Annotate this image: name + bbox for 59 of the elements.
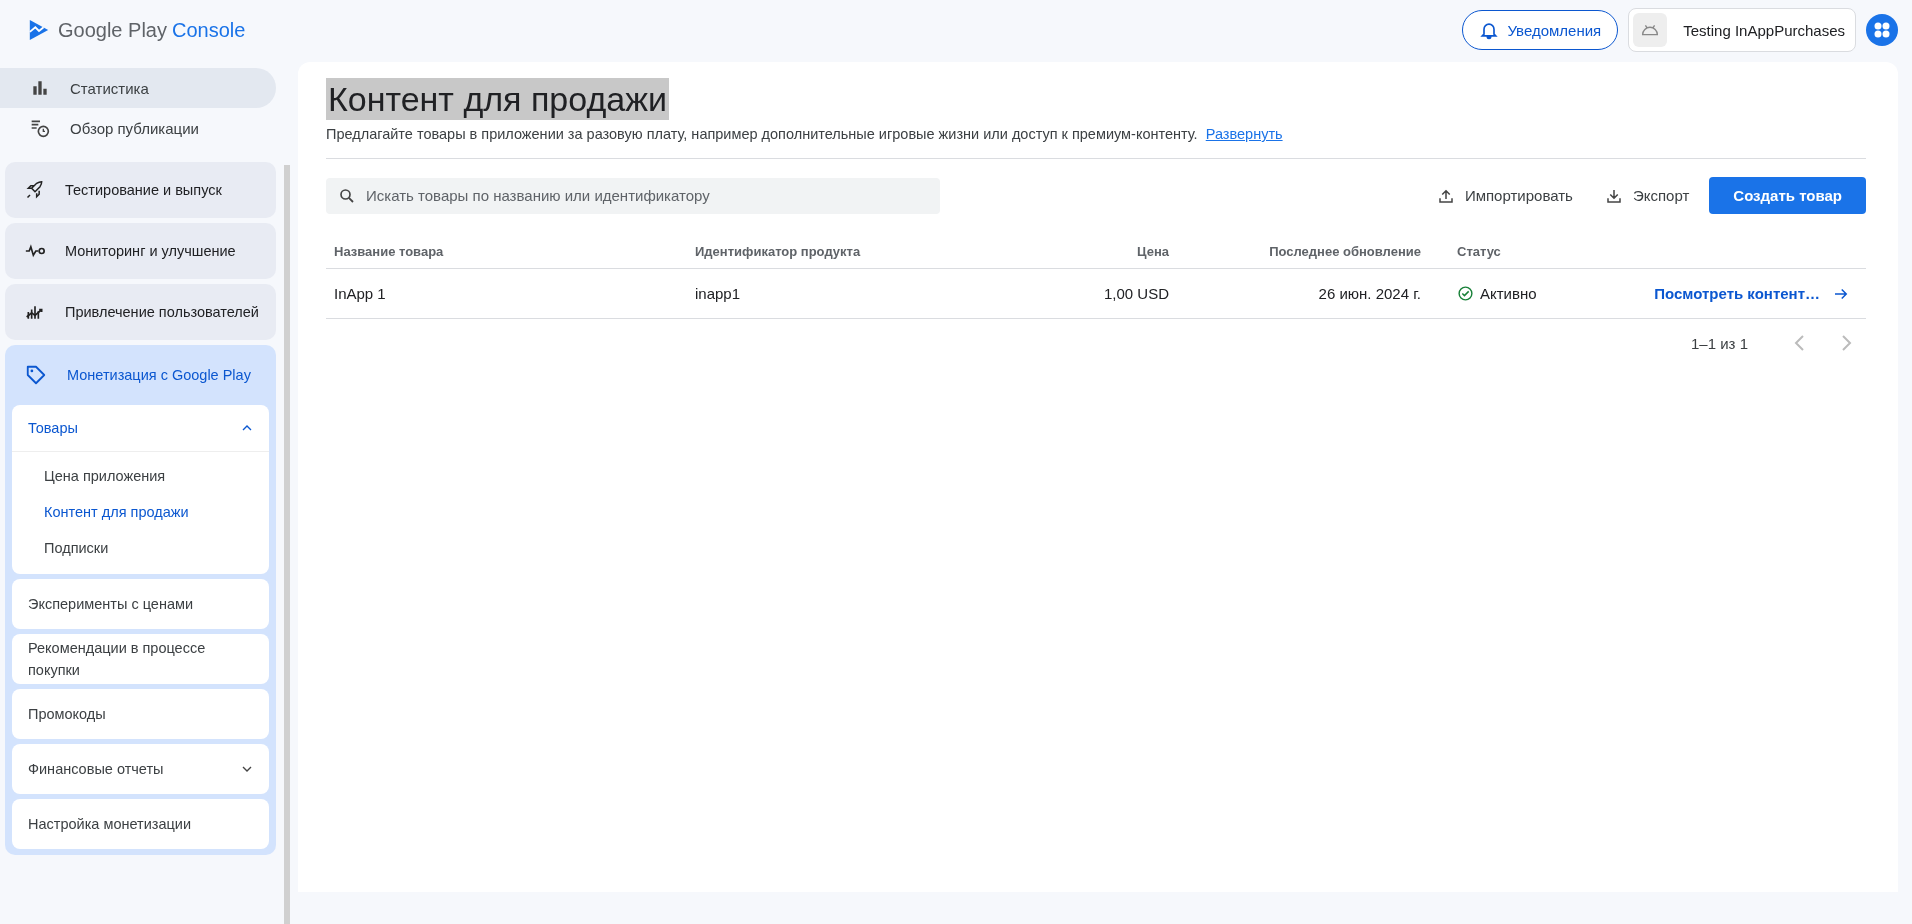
nav-section-header[interactable]: Монетизация с Google Play	[5, 345, 276, 405]
table-cell-text: InApp 1	[333, 285, 387, 302]
nav-item-label: Товары	[28, 419, 78, 438]
nav-item-label: Настройка монетизации	[28, 815, 191, 834]
rocket-icon	[25, 180, 45, 200]
sidebar-item[interactable]: Обзор публикации	[0, 108, 276, 148]
column-header: Название товара	[333, 243, 445, 259]
import-button[interactable]: Импортировать	[1424, 178, 1585, 213]
nav-section-header[interactable]: Тестирование и выпуск	[5, 162, 276, 218]
status-text: Активно	[1480, 285, 1537, 302]
nav-item[interactable]: Промокоды	[12, 689, 269, 739]
table-cell-text: 26 июн. 2024 г.	[1317, 285, 1422, 302]
nav-item[interactable]: Рекомендации в процессе покупки	[12, 634, 269, 684]
notifications-button[interactable]: Уведомления	[1462, 10, 1619, 50]
nav-subitem[interactable]: Контент для продажи	[12, 494, 269, 530]
expand-link[interactable]: Развернуть	[1205, 126, 1283, 142]
nav-item[interactable]: Настройка монетизации	[12, 799, 269, 849]
nav-subitem[interactable]: Цена приложения	[12, 458, 269, 494]
app-name: Testing InAppPurchases	[1683, 21, 1845, 39]
nav-item[interactable]: Эксперименты с ценами	[12, 579, 269, 629]
nav-item-label: Финансовые отчеты	[28, 760, 164, 779]
nav-section-label: Привлечение пользователей	[65, 302, 259, 322]
table-cell-text: inapp1	[694, 285, 742, 302]
nav-item[interactable]: Финансовые отчеты	[12, 744, 269, 794]
nav-subitem[interactable]: Подписки	[12, 530, 269, 566]
nav-item[interactable]: Товары	[12, 405, 269, 452]
nav-section-label: Монетизация с Google Play	[67, 365, 251, 385]
create-product-button[interactable]: Создать товар	[1709, 177, 1866, 214]
logo-brand: Google Play	[58, 18, 167, 42]
nav-item-label: Эксперименты с ценами	[28, 595, 193, 614]
pagination-range: 1–1 из 1	[1691, 334, 1748, 352]
tag-icon	[25, 364, 47, 386]
search-field[interactable]: Искать товары по названию или идентификатору	[326, 177, 940, 214]
page-description: Предлагайте товары в приложении за разовую плату, например дополнительные игровые жизни или доступ к премиум-контенту. Развернуть	[326, 126, 1284, 142]
nav-section-label: Тестирование и выпуск	[65, 180, 222, 200]
bell-icon	[1479, 20, 1500, 40]
nav-section-label: Мониторинг и улучшение	[65, 241, 236, 261]
table-cell-text: 1,00 USD	[1102, 285, 1170, 302]
app-selector[interactable]: Testing InAppPurchases	[1628, 8, 1856, 52]
apps-icon[interactable]	[1866, 14, 1898, 46]
nav-item-label: Промокоды	[28, 705, 106, 724]
search-icon	[338, 186, 356, 205]
nav-section-header[interactable]: Мониторинг и улучшение	[5, 223, 276, 279]
logo-icon	[28, 18, 50, 42]
android-icon	[1633, 13, 1668, 47]
bar-chart-icon	[30, 78, 50, 98]
page-title: Контент для продажи	[326, 78, 669, 120]
column-header: Статус	[1456, 243, 1502, 259]
column-header: Идентификатор продукта	[694, 243, 862, 259]
view-content-link[interactable]: Посмотреть контент…	[1654, 284, 1850, 303]
sidebar-item[interactable]: Статистика	[0, 68, 276, 108]
logo-product: Console	[171, 18, 246, 42]
column-header: Последнее обновление	[1268, 243, 1422, 259]
sidebar-scrollbar[interactable]	[284, 165, 290, 924]
export-button[interactable]: Экспорт	[1592, 178, 1702, 213]
nav-item-label: Рекомендации в процессе покупки	[28, 639, 207, 680]
nav-section-header[interactable]: Привлечение пользователей	[5, 284, 276, 340]
column-header: Цена	[1136, 243, 1170, 259]
list-clock-icon	[30, 118, 50, 138]
